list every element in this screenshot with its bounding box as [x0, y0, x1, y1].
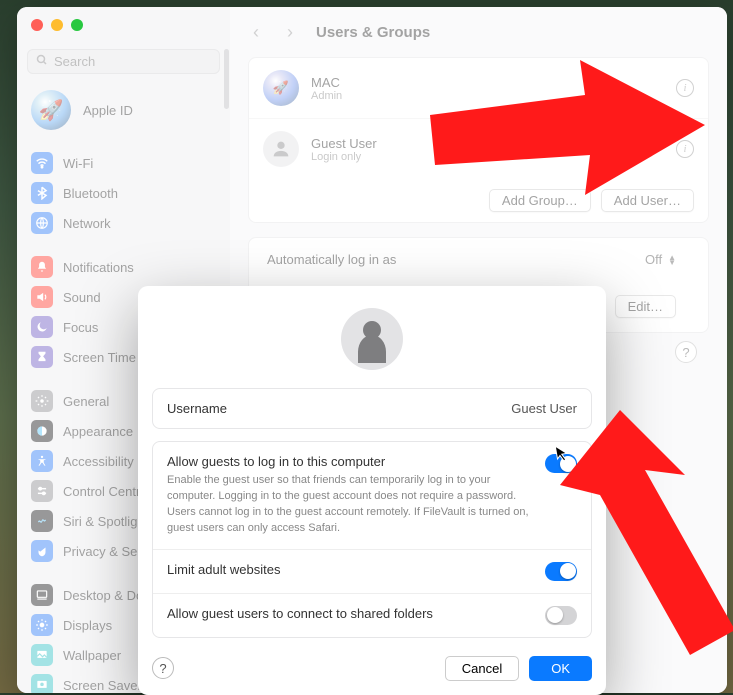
cancel-button[interactable]: Cancel: [445, 656, 519, 681]
allow-guests-desc: Enable the guest user so that friends ca…: [167, 473, 529, 537]
person-icon: [358, 335, 386, 363]
limit-adult-label: Limit adult websites: [167, 562, 280, 577]
limit-adult-toggle[interactable]: [545, 562, 577, 581]
help-button[interactable]: ?: [152, 657, 174, 679]
username-value: Guest User: [511, 401, 577, 416]
username-panel: Username Guest User: [152, 388, 592, 429]
allow-guests-label: Allow guests to log in to this computer: [167, 454, 529, 469]
close-icon[interactable]: [31, 19, 43, 31]
shared-folders-label: Allow guest users to connect to shared f…: [167, 606, 433, 621]
guest-options-panel: Allow guests to log in to this computer …: [152, 441, 592, 638]
guest-user-sheet: Username Guest User Allow guests to log …: [138, 286, 606, 695]
zoom-icon[interactable]: [71, 19, 83, 31]
minimize-icon[interactable]: [51, 19, 63, 31]
allow-guests-toggle[interactable]: [545, 454, 577, 473]
guest-avatar: [341, 308, 403, 370]
username-label: Username: [167, 401, 227, 416]
ok-button[interactable]: OK: [529, 656, 592, 681]
sheet-footer: ? Cancel OK: [152, 650, 592, 681]
shared-folders-toggle[interactable]: [545, 606, 577, 625]
window-controls: [31, 19, 83, 31]
